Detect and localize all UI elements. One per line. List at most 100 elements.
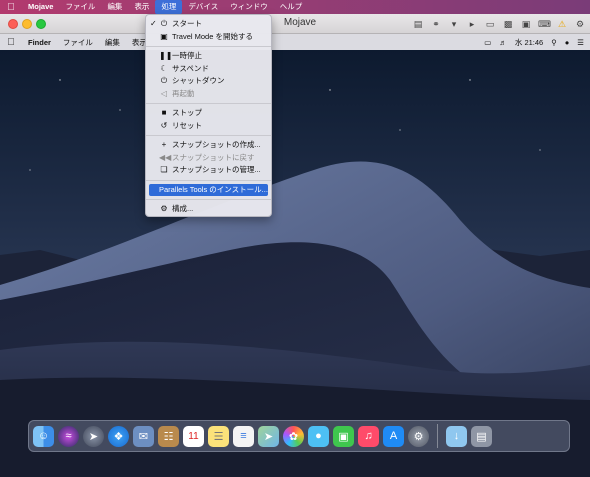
siri-icon[interactable]: ≈: [58, 425, 79, 447]
menu-item-label: スナップショットの管理...: [172, 165, 261, 174]
host-menu-view[interactable]: 表示: [128, 0, 155, 14]
menu-separator: [146, 135, 271, 136]
microphone-icon[interactable]: ▾: [448, 19, 460, 30]
menu-item-label: スナップショットに戻す: [172, 152, 255, 162]
moon-icon: ☾: [160, 63, 168, 73]
actions-dropdown-menu: ✓ ⏻ スタート ▣ Travel Mode を開始する ❚❚ 一時停止 ☾ サ…: [145, 14, 272, 217]
host-menu-file[interactable]: ファイル: [59, 0, 101, 14]
menu-item-pause[interactable]: ❚❚ 一時停止: [146, 50, 271, 63]
checkmark-icon: ✓: [150, 19, 157, 28]
host-menu-app[interactable]: Mojave: [22, 0, 59, 14]
launchpad-icon[interactable]: ➤: [83, 425, 104, 447]
music-icon[interactable]: ♫: [358, 425, 379, 447]
usb-icon[interactable]: ⚭: [430, 19, 442, 30]
plus-icon: +: [161, 140, 167, 149]
host-menu-window[interactable]: ウィンドウ: [224, 0, 274, 14]
dock: ☺ ≈ ➤ ❖ ✉ ☷ 11 ☰ ≡ ➤ ✿ ● ▣ ♫ A ⚙ ↓ ▤: [28, 420, 570, 452]
app-store-icon[interactable]: A: [383, 425, 404, 447]
menu-item-label: Travel Mode を開始する: [172, 31, 253, 41]
menu-item-configure[interactable]: ⚙ 構成...: [146, 203, 271, 216]
contacts-icon[interactable]: ☷: [158, 425, 179, 447]
warning-icon[interactable]: ⚠: [556, 19, 568, 30]
guest-apple-menu-icon[interactable]: : [0, 37, 22, 48]
vm-toolbar: ▤ ⚭ ▾ ▸ ▭ ▩ ▣ ⌨ ⚠ ⚙: [412, 17, 586, 31]
host-menu-help[interactable]: ヘルプ: [274, 0, 309, 14]
gear-icon: ⚙: [160, 204, 168, 213]
menu-item-label: 一時停止: [172, 51, 202, 60]
downloads-folder-icon[interactable]: ↓: [446, 425, 467, 447]
camera-icon[interactable]: ▣: [520, 19, 532, 30]
vm-window: Mojave ▤ ⚭ ▾ ▸ ▭ ▩ ▣ ⌨ ⚠ ⚙  Finder ファイル…: [0, 14, 590, 477]
vm-titlebar: Mojave ▤ ⚭ ▾ ▸ ▭ ▩ ▣ ⌨ ⚠ ⚙: [0, 14, 590, 34]
guest-menu-finder[interactable]: Finder: [22, 38, 57, 47]
minimize-window-button[interactable]: [22, 19, 32, 29]
trash-icon[interactable]: ▤: [471, 425, 492, 447]
snapshots-icon: ❏: [160, 165, 168, 174]
apple-menu-icon[interactable]: : [0, 2, 22, 13]
keyboard-icon[interactable]: ⌨: [538, 19, 551, 30]
menubar-clock[interactable]: 水 21:46: [515, 37, 543, 48]
desktop-wallpaper: [0, 50, 590, 477]
power-icon: ⏻: [160, 19, 168, 28]
display-icon[interactable]: ▭: [484, 38, 491, 47]
hard-disk-icon[interactable]: ▤: [412, 19, 424, 30]
pause-icon: ❚❚: [159, 51, 173, 60]
shared-folder-icon[interactable]: ▭: [484, 19, 496, 30]
restart-icon: ◁: [160, 88, 168, 98]
messages-icon[interactable]: ●: [308, 425, 329, 447]
menu-item-stop[interactable]: ■ ストップ: [146, 107, 271, 120]
host-menu-actions[interactable]: 処理: [155, 0, 183, 14]
volume-icon[interactable]: ♬: [499, 38, 507, 47]
menu-item-suspend[interactable]: ☾ サスペンド: [146, 63, 271, 76]
menu-separator: [146, 46, 271, 47]
printer-icon[interactable]: ▩: [502, 19, 514, 30]
mail-stamp-icon[interactable]: ✉: [133, 425, 154, 447]
menu-item-start[interactable]: ✓ ⏻ スタート: [146, 18, 271, 31]
menu-item-label: ストップ: [172, 108, 202, 117]
suitcase-icon: ▣: [160, 31, 168, 41]
menu-item-take-snapshot[interactable]: + スナップショットの作成...: [146, 139, 271, 152]
menu-separator: [146, 179, 271, 181]
host-menu-edit[interactable]: 編集: [101, 0, 128, 14]
menu-item-travel-mode[interactable]: ▣ Travel Mode を開始する: [146, 31, 271, 44]
calendar-icon[interactable]: 11: [183, 425, 204, 447]
zoom-window-button[interactable]: [36, 19, 46, 29]
gear-icon[interactable]: ⚙: [574, 19, 586, 30]
menu-item-label: 再起動: [172, 88, 195, 98]
guest-menubar:  Finder ファイル 編集 表示 ▭ ♬ 水 21:46 ⚲ ● ☰: [0, 34, 590, 50]
menu-item-label: 構成...: [172, 204, 194, 213]
stop-icon: ■: [161, 108, 167, 117]
menu-item-restart: ◁ 再起動: [146, 88, 271, 101]
menu-item-manage-snapshots[interactable]: ❏ スナップショットの管理...: [146, 164, 271, 177]
system-preferences-icon[interactable]: ⚙: [408, 425, 429, 447]
finder-icon[interactable]: ☺: [33, 425, 54, 447]
safari-icon[interactable]: ❖: [108, 425, 129, 447]
menu-separator: [146, 103, 271, 104]
menu-item-revert-snapshot: ◀◀ スナップショットに戻す: [146, 152, 271, 165]
close-window-button[interactable]: [8, 19, 18, 29]
menu-item-label: スナップショットの作成...: [172, 140, 261, 149]
host-menu-devices[interactable]: デバイス: [182, 0, 224, 14]
guest-menu-edit[interactable]: 編集: [99, 37, 126, 48]
menu-item-label: Parallels Tools のインストール...: [159, 184, 268, 194]
reset-icon: ↺: [160, 120, 168, 130]
dock-separator: [437, 424, 438, 448]
reminders-icon[interactable]: ≡: [233, 425, 254, 447]
guest-menu-file[interactable]: ファイル: [57, 37, 99, 48]
notes-icon[interactable]: ☰: [208, 425, 229, 447]
menu-item-label: シャットダウン: [172, 76, 225, 85]
guest-status-area: ▭ ♬ 水 21:46 ⚲ ● ☰: [484, 34, 584, 50]
network-icon[interactable]: ▸: [466, 19, 478, 30]
notification-center-icon[interactable]: ☰: [577, 38, 584, 47]
facetime-icon[interactable]: ▣: [333, 425, 354, 447]
maps-icon[interactable]: ➤: [258, 425, 279, 447]
photos-icon[interactable]: ✿: [283, 425, 304, 447]
menu-item-shutdown[interactable]: ⏻ シャットダウン: [146, 75, 271, 88]
spotlight-search-icon[interactable]: ⚲: [551, 38, 557, 47]
menu-item-reset[interactable]: ↺ リセット: [146, 120, 271, 133]
rewind-icon: ◀◀: [159, 152, 172, 162]
siri-menu-icon[interactable]: ●: [565, 38, 570, 47]
menu-item-label: サスペンド: [172, 63, 209, 73]
menu-item-install-parallels-tools[interactable]: Parallels Tools のインストール...: [149, 183, 268, 196]
menu-item-label: リセット: [172, 120, 202, 130]
